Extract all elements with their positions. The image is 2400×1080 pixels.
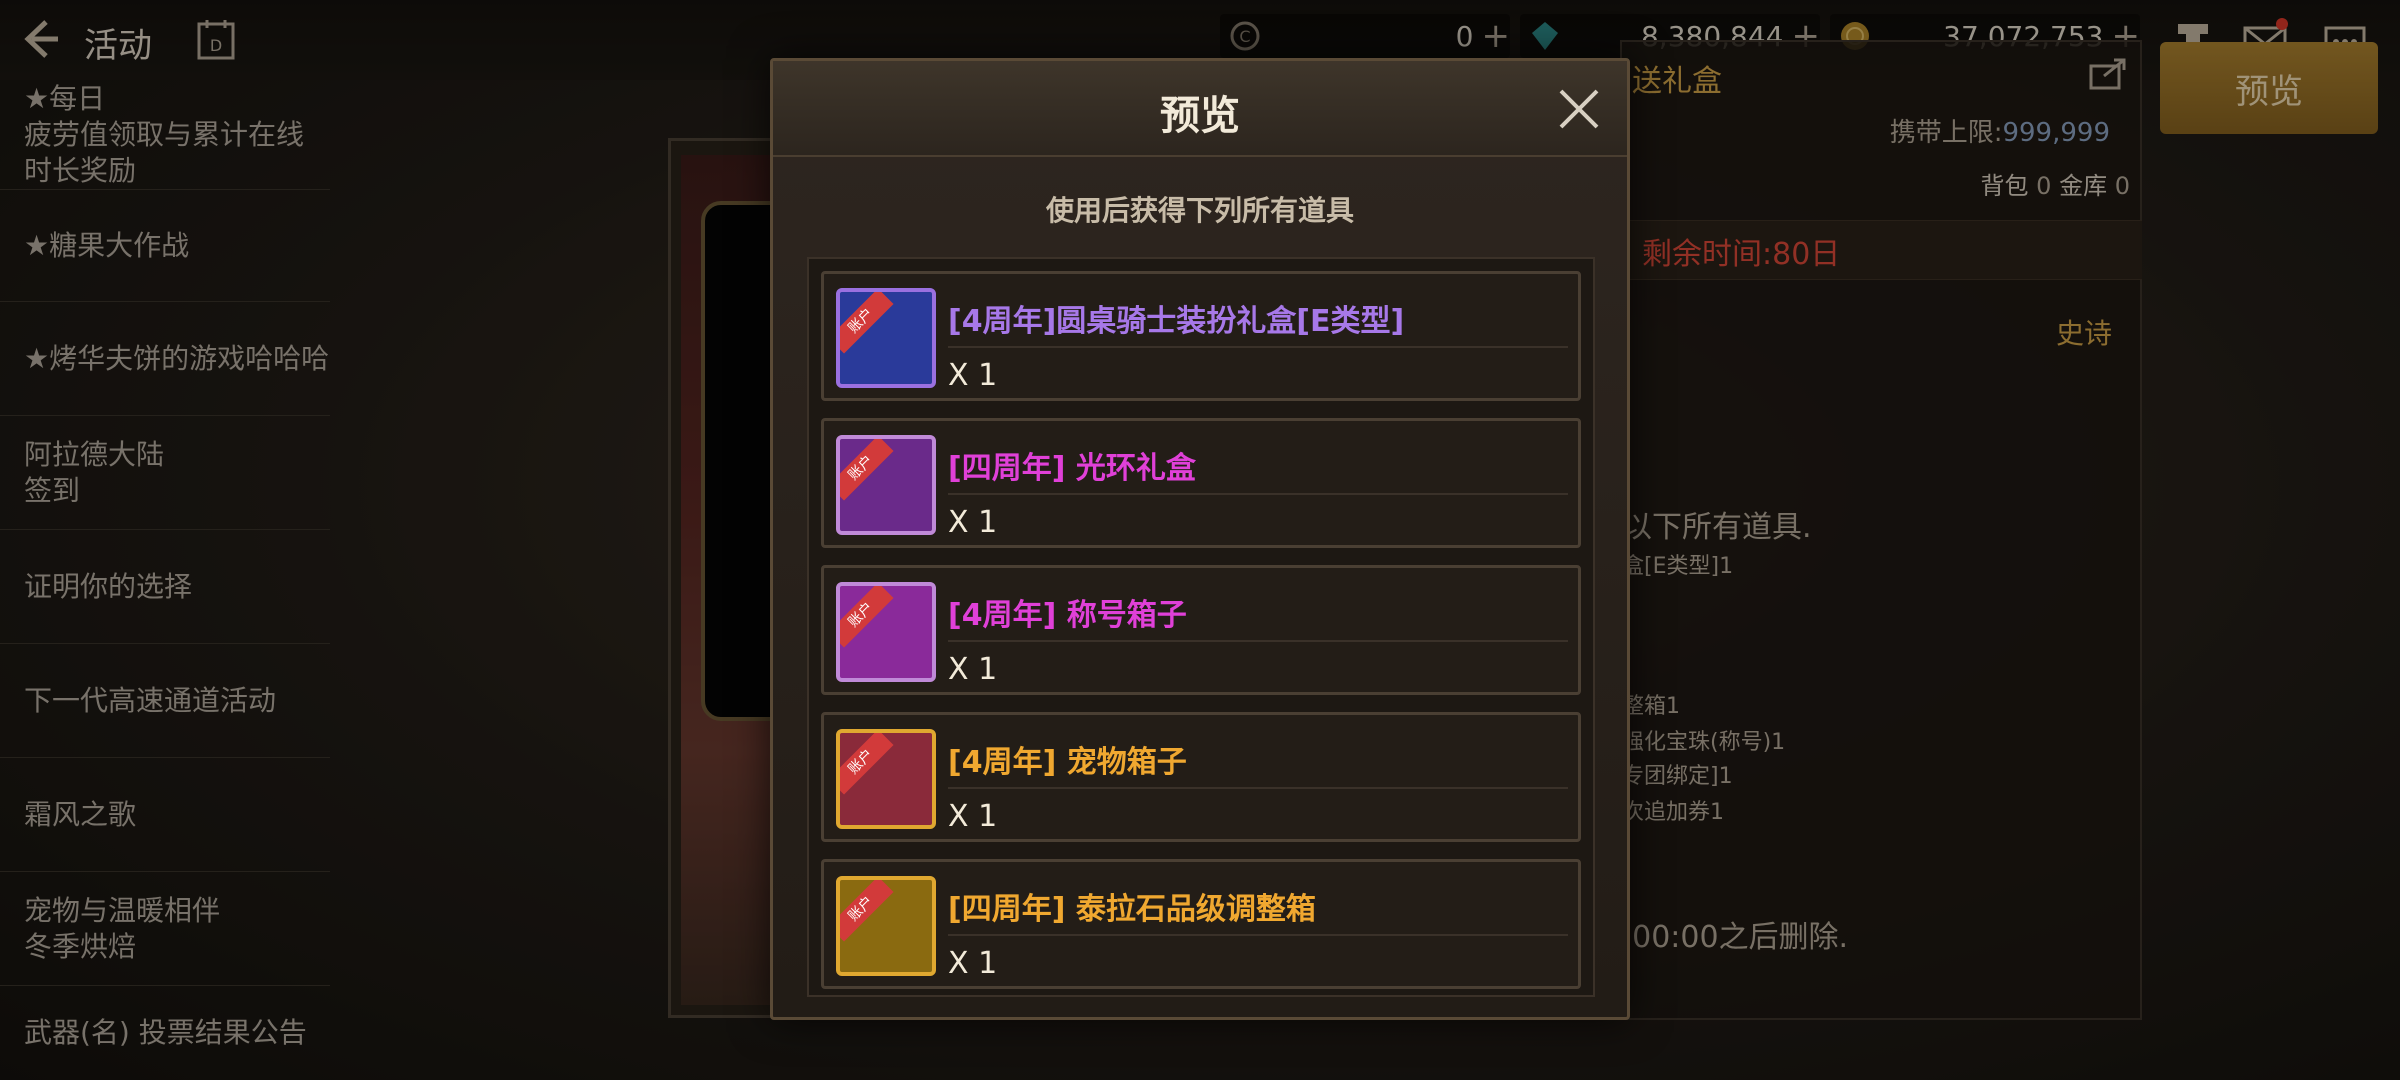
account-tag: 账户	[840, 880, 894, 942]
divider	[948, 787, 1568, 789]
reward-item[interactable]: 账户 [4周年]圆桌骑士装扮礼盒[E类型] X 1	[821, 271, 1581, 401]
reward-qty: X 1	[948, 799, 998, 834]
divider	[948, 346, 1568, 348]
reward-item[interactable]: 账户 [四周年] 光环礼盒 X 1	[821, 418, 1581, 548]
preview-modal: 预览 使用后获得下列所有道具 账户 [4周年]圆桌骑士装扮礼盒[E类型] X 1…	[770, 58, 1630, 1020]
title-box-icon: 账户	[836, 582, 936, 682]
reward-qty: X 1	[948, 505, 998, 540]
modal-title: 预览	[1160, 93, 1240, 139]
reward-name: [四周年] 光环礼盒	[948, 451, 1196, 486]
aura-box-icon: 账户	[836, 435, 936, 535]
account-tag: 账户	[840, 733, 894, 795]
divider	[948, 493, 1568, 495]
reward-qty: X 1	[948, 946, 998, 981]
reward-qty: X 1	[948, 652, 998, 687]
reward-item[interactable]: 账户 [4周年] 称号箱子 X 1	[821, 565, 1581, 695]
reward-name: [4周年]圆桌骑士装扮礼盒[E类型]	[948, 304, 1405, 339]
reward-name: [4周年] 宠物箱子	[948, 745, 1187, 780]
reward-list[interactable]: 账户 [4周年]圆桌骑士装扮礼盒[E类型] X 1 账户 [四周年] 光环礼盒 …	[807, 257, 1595, 997]
pet-box-icon: 账户	[836, 729, 936, 829]
terra-stone-box-icon: 账户	[836, 876, 936, 976]
modal-subtitle: 使用后获得下列所有道具	[1045, 194, 1354, 227]
divider	[948, 640, 1568, 642]
reward-item[interactable]: 账户 [4周年] 宠物箱子 X 1	[821, 712, 1581, 842]
reward-name: [四周年] 泰拉石品级调整箱	[948, 892, 1316, 927]
reward-qty: X 1	[948, 358, 998, 393]
divider	[948, 934, 1568, 936]
costume-box-icon: 账户	[836, 288, 936, 388]
close-icon[interactable]	[1555, 85, 1603, 133]
account-tag: 账户	[840, 292, 894, 354]
account-tag: 账户	[840, 586, 894, 648]
reward-name: [4周年] 称号箱子	[948, 598, 1187, 633]
account-tag: 账户	[840, 439, 894, 501]
reward-item[interactable]: 账户 [四周年] 泰拉石品级调整箱 X 1	[821, 859, 1581, 989]
modal-header: 预览	[773, 61, 1627, 157]
